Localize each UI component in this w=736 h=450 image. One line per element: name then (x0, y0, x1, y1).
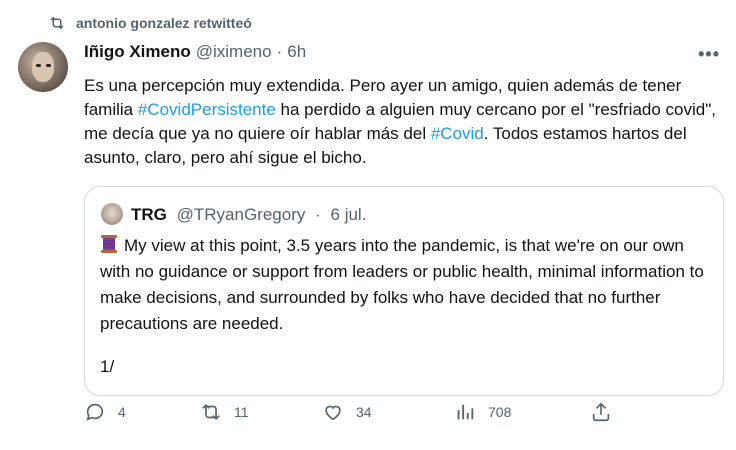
hashtag-link[interactable]: #CovidPersistente (138, 100, 276, 119)
tweet-header: Iñigo Ximeno @iximeno · 6h (84, 42, 716, 62)
reply-button[interactable]: 4 (84, 401, 126, 423)
like-count: 34 (356, 404, 372, 420)
retweet-context-label: antonio gonzalez retwitteó (76, 15, 252, 31)
quoted-tweet-text: My view at this point, 3.5 years into th… (100, 233, 710, 337)
reply-icon (86, 403, 104, 421)
tweet-text: Es una percepción muy extendida. Pero ay… (84, 74, 724, 170)
quoted-author-handle: @TRyanGregory (176, 205, 306, 224)
author-handle[interactable]: @iximeno (196, 42, 272, 62)
quoted-author-name: TRG (131, 205, 167, 224)
retweet-button[interactable]: 11 (200, 401, 249, 423)
separator-dot: · (315, 205, 321, 224)
retweet-icon (202, 403, 220, 421)
retweet-icon (50, 16, 64, 30)
quoted-tweet-header: TRG @TRyanGregory · 6 jul. (131, 205, 366, 225)
retweet-count: 11 (234, 404, 249, 420)
thread-number: 1/ (100, 357, 115, 376)
heart-icon (325, 405, 341, 421)
retweet-context[interactable]: antonio gonzalez retwitteó (48, 14, 252, 32)
thread-spool-icon (101, 235, 117, 253)
like-button[interactable]: 34 (322, 401, 372, 423)
views-button[interactable]: 708 (454, 401, 511, 423)
quoted-tweet[interactable]: TRG @TRyanGregory · 6 jul. My view at th… (84, 186, 724, 396)
hashtag-link[interactable]: #Covid (431, 124, 484, 143)
quoted-tweet-body: My view at this point, 3.5 years into th… (100, 236, 704, 333)
quoted-author-avatar (101, 203, 123, 225)
quoted-tweet-timestamp: 6 jul. (330, 205, 367, 224)
author-avatar[interactable] (18, 42, 68, 92)
author-name[interactable]: Iñigo Ximeno (84, 42, 191, 62)
reply-count: 4 (118, 404, 126, 420)
share-icon (592, 402, 610, 422)
separator-dot: · (276, 42, 283, 61)
share-button[interactable] (590, 401, 612, 423)
bar-chart-icon (457, 404, 474, 420)
view-count: 708 (488, 404, 512, 420)
more-options-icon[interactable]: ••• (698, 44, 720, 65)
tweet-timestamp[interactable]: 6h (287, 42, 306, 62)
